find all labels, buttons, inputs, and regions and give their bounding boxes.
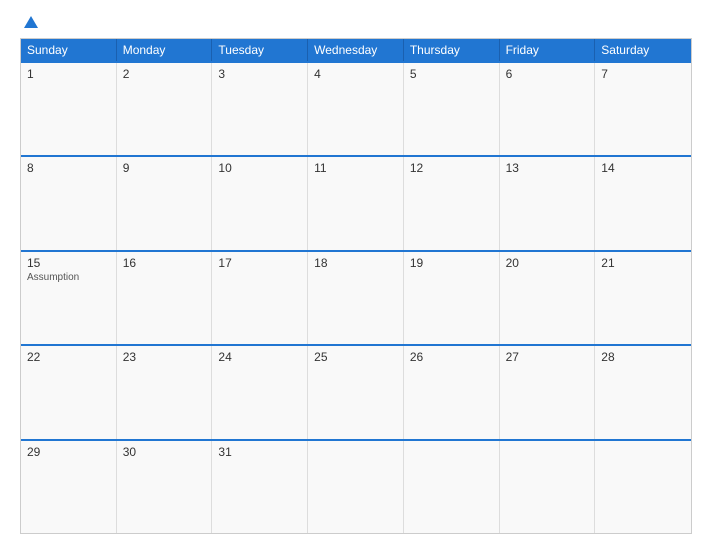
logo-triangle-icon	[24, 16, 38, 28]
day-cell: 20	[500, 252, 596, 344]
day-number: 24	[218, 350, 301, 364]
day-cell: 30	[117, 441, 213, 533]
weeks-container: 123456789101112131415Assumption161718192…	[21, 61, 691, 533]
day-number: 18	[314, 256, 397, 270]
day-cell: 28	[595, 346, 691, 438]
day-number: 29	[27, 445, 110, 459]
day-number: 20	[506, 256, 589, 270]
day-number: 13	[506, 161, 589, 175]
day-cell: 29	[21, 441, 117, 533]
calendar-page: SundayMondayTuesdayWednesdayThursdayFrid…	[0, 0, 712, 550]
day-cell: 2	[117, 63, 213, 155]
day-cell: 6	[500, 63, 596, 155]
day-number: 22	[27, 350, 110, 364]
day-cell: 18	[308, 252, 404, 344]
week-row-4: 22 23 24 25 26 27 28	[21, 344, 691, 438]
day-header-sunday: Sunday	[21, 39, 117, 61]
day-number: 9	[123, 161, 206, 175]
day-number: 25	[314, 350, 397, 364]
day-number: 6	[506, 67, 589, 81]
day-cell: 21	[595, 252, 691, 344]
day-cell: 23	[117, 346, 213, 438]
day-number: 4	[314, 67, 397, 81]
header	[20, 16, 692, 28]
day-cell: 27	[500, 346, 596, 438]
logo	[20, 16, 38, 28]
day-number: 14	[601, 161, 685, 175]
day-cell: 10	[212, 157, 308, 249]
day-header-saturday: Saturday	[595, 39, 691, 61]
logo-blue-text	[20, 16, 38, 28]
day-number: 3	[218, 67, 301, 81]
day-number: 21	[601, 256, 685, 270]
day-header-wednesday: Wednesday	[308, 39, 404, 61]
day-number: 5	[410, 67, 493, 81]
day-cell: 19	[404, 252, 500, 344]
day-cell: 8	[21, 157, 117, 249]
day-cell: 25	[308, 346, 404, 438]
day-number: 31	[218, 445, 301, 459]
day-number: 12	[410, 161, 493, 175]
day-cell: 26	[404, 346, 500, 438]
day-number: 1	[27, 67, 110, 81]
week-row-2: 89 10 11 12 13 14	[21, 155, 691, 249]
day-cell: 3	[212, 63, 308, 155]
day-number: 2	[123, 67, 206, 81]
day-cell: 22	[21, 346, 117, 438]
day-cell	[595, 441, 691, 533]
day-cell: 16	[117, 252, 213, 344]
day-number: 8	[27, 161, 110, 175]
day-header-friday: Friday	[500, 39, 596, 61]
day-cell: 5	[404, 63, 500, 155]
day-cell: 31	[212, 441, 308, 533]
day-cell: 24	[212, 346, 308, 438]
day-number: 16	[123, 256, 206, 270]
day-number: 27	[506, 350, 589, 364]
day-number: 17	[218, 256, 301, 270]
day-cell: 15 Assumption	[21, 252, 117, 344]
day-number: 23	[123, 350, 206, 364]
day-number: 19	[410, 256, 493, 270]
day-number: 10	[218, 161, 301, 175]
day-headers-row: SundayMondayTuesdayWednesdayThursdayFrid…	[21, 39, 691, 61]
day-cell: 1	[21, 63, 117, 155]
day-cell	[500, 441, 596, 533]
day-number: 11	[314, 161, 397, 175]
week-row-3: 15 Assumption 16 17 18 19 20 21	[21, 250, 691, 344]
day-header-thursday: Thursday	[404, 39, 500, 61]
day-cell: 7	[595, 63, 691, 155]
day-number: 26	[410, 350, 493, 364]
day-number: 7	[601, 67, 685, 81]
day-header-tuesday: Tuesday	[212, 39, 308, 61]
week-row-5: 29 30 31	[21, 439, 691, 533]
day-number: 15	[27, 256, 110, 270]
day-cell: 11	[308, 157, 404, 249]
day-header-monday: Monday	[117, 39, 213, 61]
calendar-grid: SundayMondayTuesdayWednesdayThursdayFrid…	[20, 38, 692, 534]
day-number: 28	[601, 350, 685, 364]
day-cell: 17	[212, 252, 308, 344]
day-cell: 14	[595, 157, 691, 249]
week-row-1: 1234567	[21, 61, 691, 155]
holiday-label: Assumption	[27, 272, 110, 283]
day-cell: 13	[500, 157, 596, 249]
day-cell	[308, 441, 404, 533]
day-cell	[404, 441, 500, 533]
day-cell: 12	[404, 157, 500, 249]
day-cell: 9	[117, 157, 213, 249]
day-cell: 4	[308, 63, 404, 155]
day-number: 30	[123, 445, 206, 459]
